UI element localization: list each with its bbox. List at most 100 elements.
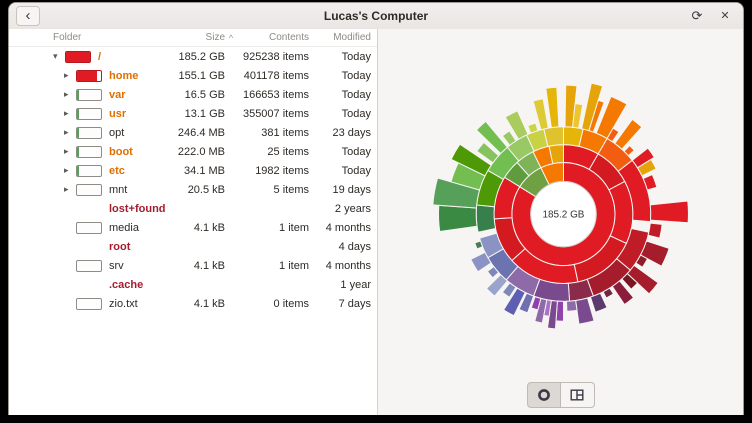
treemap-icon: [570, 388, 584, 402]
folder-name: media: [109, 222, 139, 234]
chart-segment[interactable]: [615, 119, 642, 149]
table-row[interactable]: ▸etc34.1 MB1982 itemsToday: [9, 161, 377, 180]
expander-icon[interactable]: ▾: [53, 51, 65, 62]
modified-cell: 4 days: [309, 241, 371, 253]
titlebar: Lucas's Computer ‹ ⟳ ✕: [9, 3, 743, 30]
folder-name: lost+found: [109, 203, 166, 215]
size-cell: 222.0 MB: [169, 146, 225, 158]
contents-cell: 381 items: [237, 127, 309, 139]
table-row[interactable]: ▸usr13.1 GB355007 itemsToday: [9, 104, 377, 123]
usage-bar: [76, 260, 102, 272]
contents-cell: 5 items: [237, 184, 309, 196]
table-row[interactable]: media4.1 kB1 item4 months: [9, 218, 377, 237]
rings-icon: [537, 388, 551, 402]
usage-bar: [76, 222, 102, 234]
expander-icon[interactable]: ▸: [64, 108, 76, 119]
table-row[interactable]: zio.txt 4.1 kB 0 items7 days: [9, 294, 377, 313]
chart-pane: 185.2 GB: [377, 29, 743, 415]
size-cell: 13.1 GB: [169, 108, 225, 120]
size-cell: 185.2 GB: [169, 51, 225, 63]
usage-bar: [65, 51, 91, 63]
rings-chart-button[interactable]: [527, 382, 561, 408]
size-cell: 4.1 kB: [169, 260, 225, 272]
chart-segment[interactable]: [650, 201, 688, 223]
contents-cell: 166653 items: [237, 89, 309, 101]
expander-icon[interactable]: ▸: [64, 127, 76, 138]
folder-name: var: [109, 89, 126, 101]
contents-cell: 0 items: [237, 298, 309, 310]
expander-icon[interactable]: ▸: [64, 70, 76, 81]
contents-cell: 401178 items: [237, 70, 309, 82]
modified-cell: Today: [309, 89, 371, 101]
table-row[interactable]: ▸home155.1 GB401178 itemsToday: [9, 66, 377, 85]
table-row[interactable]: lost+found2 years: [9, 199, 377, 218]
table-row[interactable]: ▸boot222.0 MB25 itemsToday: [9, 142, 377, 161]
table-row[interactable]: ▸mnt20.5 kB5 items19 days: [9, 180, 377, 199]
usage-bar: [76, 70, 102, 82]
folder-tree-rows: ▾/185.2 GB925238 itemsToday▸home155.1 GB…: [9, 47, 377, 313]
treemap-chart-button[interactable]: [561, 382, 595, 408]
folder-name: srv: [109, 260, 124, 272]
chart-segment[interactable]: [648, 223, 662, 238]
expander-icon[interactable]: ▸: [64, 89, 76, 100]
usage-bar: [76, 146, 102, 158]
modified-cell: Today: [309, 70, 371, 82]
column-header-folder[interactable]: Folder: [9, 32, 169, 43]
expander-icon[interactable]: ▸: [64, 146, 76, 157]
contents-cell: 925238 items: [237, 51, 309, 63]
folder-name: usr: [109, 108, 126, 120]
contents-cell: 1 item: [237, 222, 309, 234]
refresh-button[interactable]: ⟳: [685, 6, 709, 26]
chart-segment[interactable]: [590, 293, 607, 312]
expander-icon[interactable]: ▸: [64, 184, 76, 195]
contents-cell: 1982 items: [237, 165, 309, 177]
modified-cell: 23 days: [309, 127, 371, 139]
column-header-size[interactable]: Size: [169, 32, 225, 43]
folder-name: root: [109, 241, 130, 253]
chart-segment[interactable]: [546, 87, 559, 127]
chart-segment[interactable]: [576, 298, 594, 324]
usage-bar-spacer: [76, 203, 102, 215]
table-row[interactable]: ▸var16.5 GB166653 itemsToday: [9, 85, 377, 104]
contents-cell: 355007 items: [237, 108, 309, 120]
rings-chart[interactable]: 185.2 GB: [378, 29, 743, 415]
size-cell: 4.1 kB: [169, 298, 225, 310]
expander-icon[interactable]: ▸: [64, 165, 76, 176]
refresh-icon: ⟳: [692, 8, 703, 23]
close-button[interactable]: ✕: [713, 6, 737, 26]
folder-name: boot: [109, 146, 133, 158]
usage-bar: [76, 89, 102, 101]
folder-name: .cache: [109, 279, 143, 291]
size-cell: 34.1 MB: [169, 165, 225, 177]
chart-segment[interactable]: [544, 127, 564, 147]
table-row[interactable]: ▸opt246.4 MB381 items23 days: [9, 123, 377, 142]
modified-cell: 4 months: [309, 260, 371, 272]
table-row[interactable]: root 4 days: [9, 237, 377, 256]
modified-cell: 1 year: [309, 279, 371, 291]
contents-cell: 25 items: [237, 146, 309, 158]
table-row[interactable]: ▾ / 185.2 GB 925238 itemsToday: [9, 47, 377, 66]
chart-segment[interactable]: [439, 205, 478, 231]
table-row[interactable]: srv 4.1 kB 1 item4 months: [9, 256, 377, 275]
usage-bar: [76, 127, 102, 139]
chart-center-label: 185.2 GB: [543, 210, 585, 221]
chart-segment[interactable]: [476, 205, 495, 232]
usage-bar-spacer: [76, 279, 102, 291]
column-header-contents[interactable]: Contents: [237, 32, 309, 43]
size-cell: 4.1 kB: [169, 222, 225, 234]
folder-tree-pane: Folder Size ^ Contents Modified ▾/185.2 …: [9, 29, 377, 415]
folder-name: /: [98, 51, 101, 63]
size-cell: 246.4 MB: [169, 127, 225, 139]
back-button[interactable]: ‹: [16, 6, 40, 26]
column-header-modified[interactable]: Modified: [309, 32, 371, 43]
modified-cell: 19 days: [309, 184, 371, 196]
modified-cell: Today: [309, 165, 371, 177]
main-content: Folder Size ^ Contents Modified ▾/185.2 …: [9, 29, 743, 415]
chart-segment[interactable]: [567, 300, 577, 311]
folder-name: zio.txt: [109, 298, 138, 310]
view-switcher: [527, 382, 595, 408]
table-row[interactable]: .cache 1 year: [9, 275, 377, 294]
contents-cell: 1 item: [237, 260, 309, 272]
modified-cell: 7 days: [309, 298, 371, 310]
modified-cell: Today: [309, 51, 371, 63]
